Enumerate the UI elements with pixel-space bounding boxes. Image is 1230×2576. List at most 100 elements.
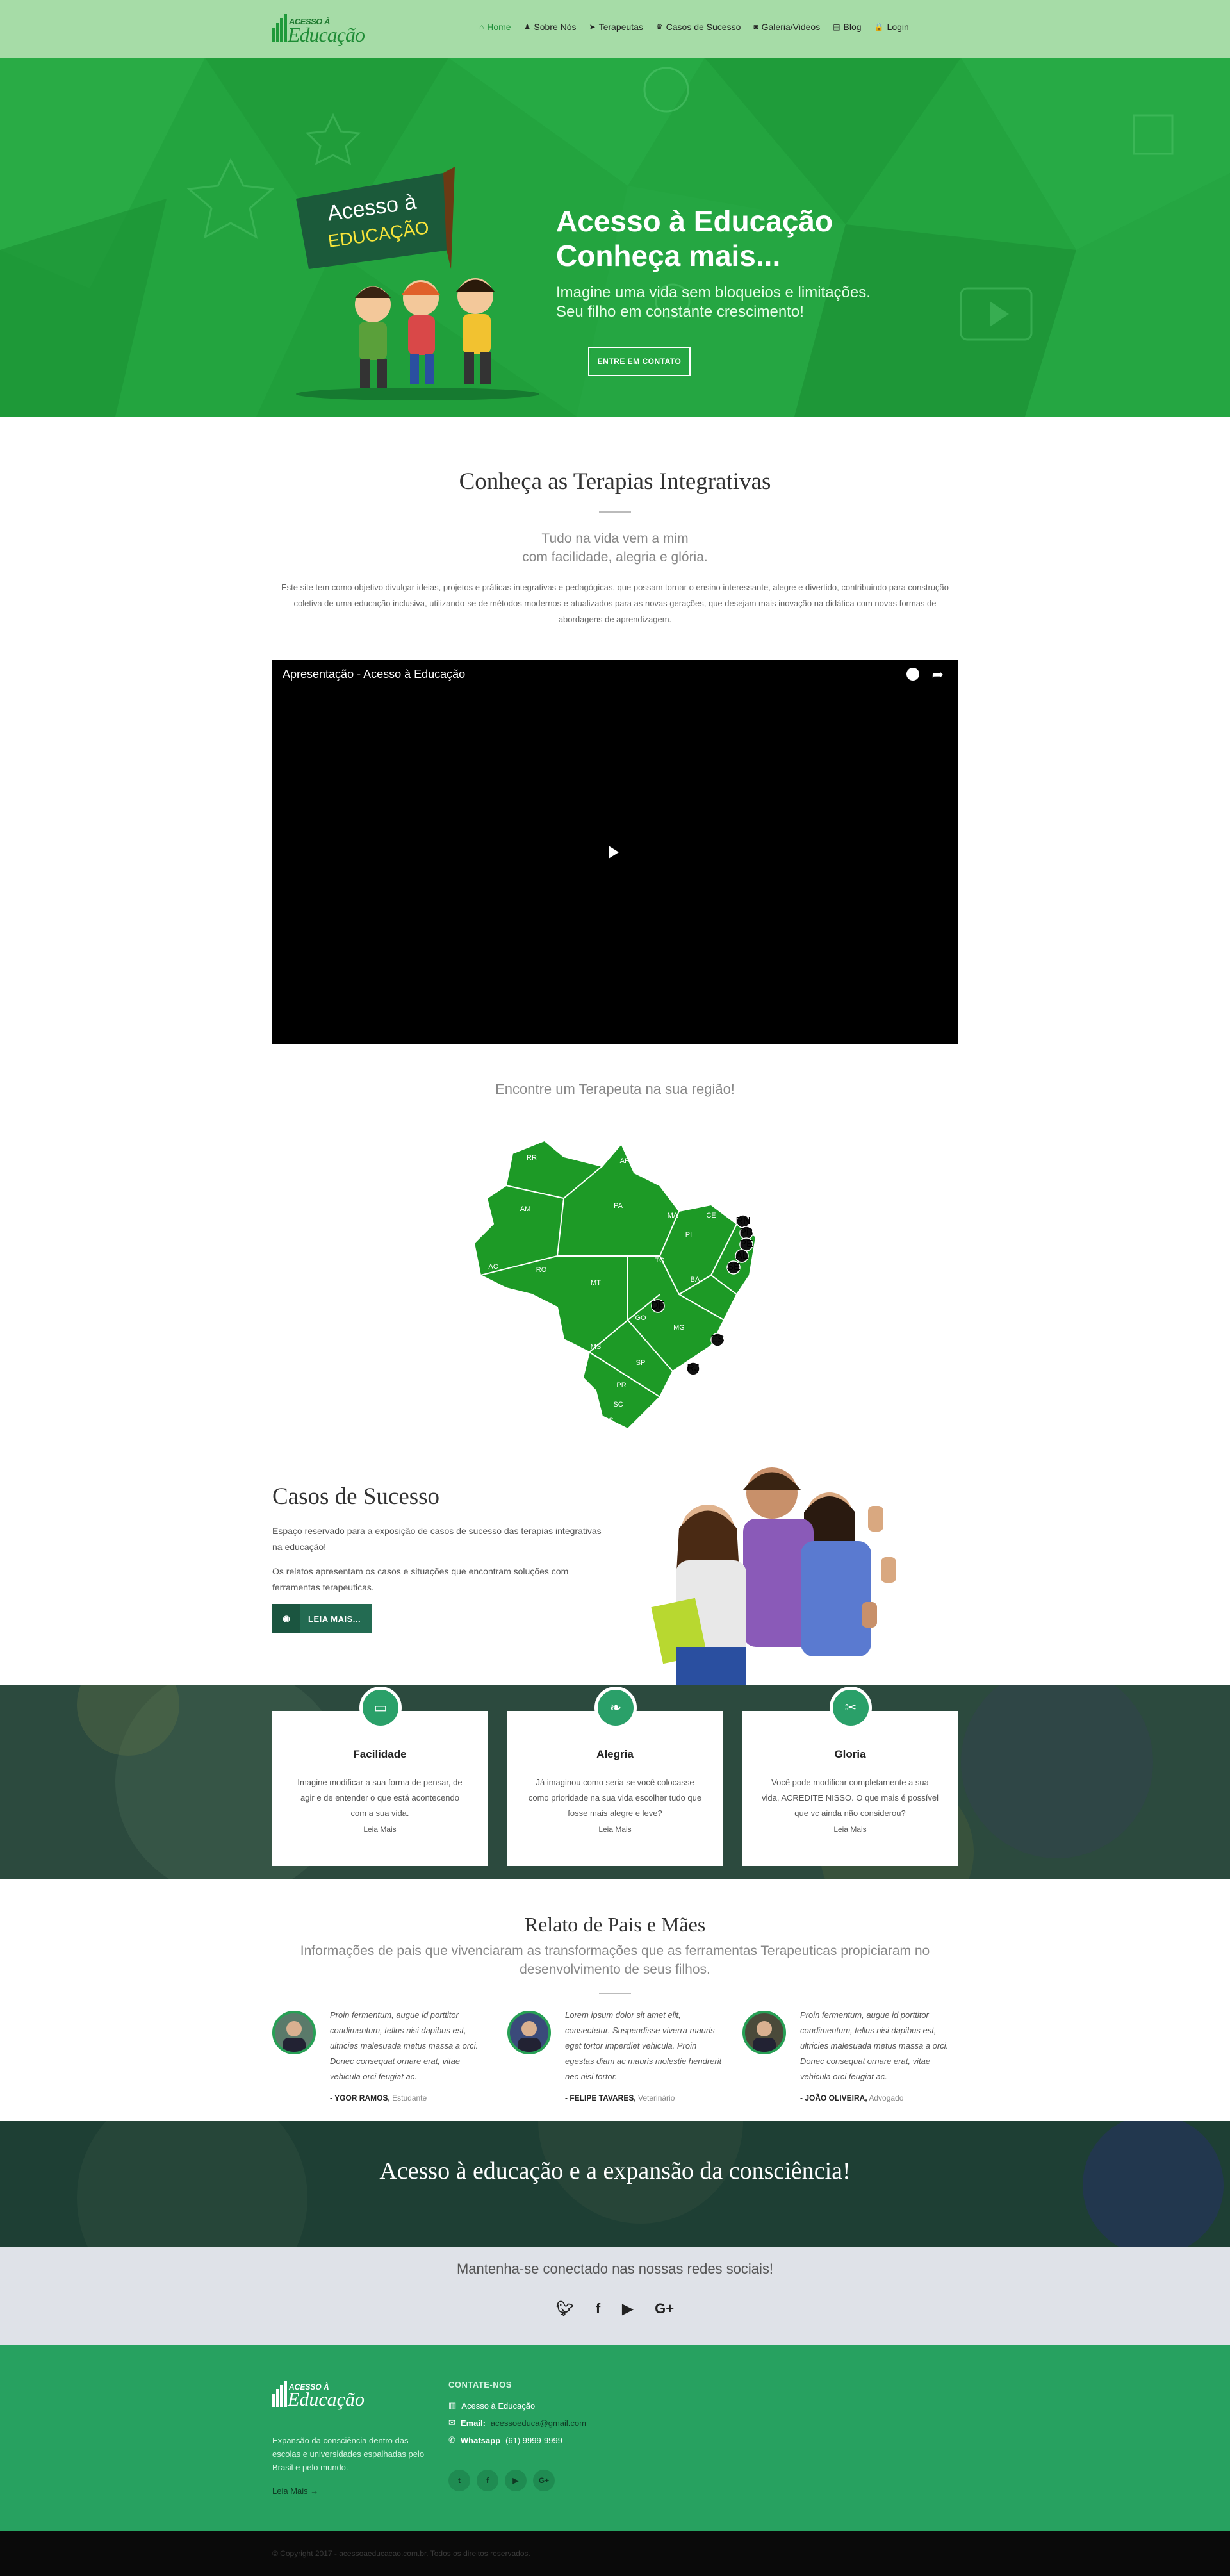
nav-item-home[interactable]: ⌂ Home <box>479 22 511 32</box>
author-name: - FELIPE TAVARES, <box>565 2093 636 2102</box>
read-more-button[interactable]: ◉ LEIA MAIS... <box>272 1604 372 1633</box>
casos-section <box>0 1455 1230 1685</box>
brazil-map-shape <box>473 1139 757 1430</box>
youtube-icon[interactable]: ▶ <box>622 2300 633 2317</box>
feature-read-more-link[interactable]: Leia Mais <box>507 1825 723 1834</box>
nav-item-galeria-videos[interactable]: ◙ Galeria/Videos <box>753 22 820 32</box>
feature-read-more-link[interactable]: Leia Mais <box>272 1825 488 1834</box>
state-ms[interactable]: MS <box>591 1343 602 1351</box>
state-ce[interactable]: CE <box>706 1212 716 1219</box>
phone-icon: ✆ <box>448 2435 455 2445</box>
site-logo[interactable]: ACESSO À Educação <box>272 10 368 46</box>
footer-youtube-icon[interactable]: ▶ <box>505 2470 527 2491</box>
state-rs[interactable]: RS <box>603 1417 613 1424</box>
state-rn[interactable]: RN <box>735 1216 750 1226</box>
author-role: Estudante <box>392 2093 427 2102</box>
nav-item-label: Galeria/Videos <box>761 22 821 32</box>
eye-icon: ◉ <box>272 1604 300 1633</box>
feature-title: Facilidade <box>353 1748 407 1760</box>
scissors-icon: ✂ <box>830 1687 872 1729</box>
state-pr[interactable]: PR <box>616 1382 626 1389</box>
logo-bars-icon <box>272 14 287 42</box>
facebook-icon[interactable]: f <box>596 2300 600 2317</box>
video-player[interactable]: Apresentação - Acesso à Educação ➦ <box>272 660 958 1044</box>
email-link[interactable]: acessoeduca@gmail.com <box>491 2418 586 2428</box>
state-ac[interactable]: AC <box>488 1263 498 1271</box>
avatar <box>742 2011 786 2054</box>
nav-item-terapeutas[interactable]: ➤ Terapeutas <box>589 22 643 32</box>
footer-read-more-link[interactable]: Leia Mais → <box>272 2486 318 2496</box>
footer-logo[interactable]: ACESSO À Educação <box>272 2379 368 2411</box>
feature-card-alegria: ❧ Alegria Já imaginou como seria se você c… <box>507 1687 723 1866</box>
state-am[interactable]: AM <box>520 1205 531 1213</box>
nav-item-sobre-n-s[interactable]: ♟ Sobre Nós <box>524 22 577 32</box>
state-pa[interactable]: PA <box>614 1202 623 1210</box>
nav-item-casos-de-sucesso[interactable]: ♛ Casos de Sucesso <box>656 22 741 32</box>
feature-read-more-link[interactable]: Leia Mais <box>742 1825 958 1834</box>
footer-facebook-icon[interactable]: f <box>477 2470 498 2491</box>
state-rr[interactable]: RR <box>527 1154 537 1162</box>
envelope-icon: ✉ <box>448 2418 455 2427</box>
state-pi[interactable]: PI <box>685 1231 692 1239</box>
state-se[interactable]: SE <box>726 1262 740 1273</box>
testimonial-author: - JOÃO OLIVEIRA, Advogado <box>800 2093 903 2102</box>
nav-item-blog[interactable]: ▤ Blog <box>833 22 861 32</box>
state-mt[interactable]: MT <box>591 1279 601 1287</box>
brazil-map[interactable]: RR AP AM PA MA CE PI TO BA AC RO MT GO MG MS SP PR SC RS R… <box>468 1128 769 1435</box>
contact-email-row: ✉ Email: acessoeduca@gmail.com <box>448 2418 586 2428</box>
author-role: Advogado <box>869 2093 904 2102</box>
nav-item-label: Home <box>487 22 511 32</box>
state-es[interactable]: ES <box>710 1334 724 1345</box>
state-sc[interactable]: SC <box>613 1401 623 1408</box>
user-icon: ♟ <box>523 22 531 31</box>
quote-line1: Tudo na vida vem a mim <box>541 531 689 546</box>
top-navbar: ACESSO À Educação ⌂ Home ♟ Sobre Nós ➤ Terape… <box>0 0 1230 58</box>
email-label: Email: <box>460 2418 486 2428</box>
footer-google-plus-icon[interactable]: G+ <box>533 2470 555 2491</box>
watch-later-icon[interactable] <box>906 668 919 681</box>
hero-section: Acesso à EDUCAÇÃO Acesso à Educação Conh… <box>0 58 1230 417</box>
share-icon[interactable]: ➦ <box>932 666 944 683</box>
testimonial: Proin fermentum, augue id porttitor cond… <box>742 2008 960 2110</box>
hero-subtitle-line2: Seu filho em constante crescimento! <box>556 303 804 320</box>
testimonial-author: - FELIPE TAVARES, Veterinário <box>565 2093 675 2102</box>
state-pb[interactable]: PB <box>739 1227 753 1238</box>
state-al[interactable]: AL <box>735 1250 748 1261</box>
relato-subtitle: Informações de pais que vivenciaram as t… <box>300 1944 930 1977</box>
state-sp[interactable]: SP <box>636 1359 646 1367</box>
nav-item-label: Casos de Sucesso <box>666 22 741 32</box>
quote-line2: com facilidade, alegria e glória. <box>522 550 708 565</box>
state-to[interactable]: TO <box>655 1257 665 1264</box>
trophy-icon: ♛ <box>655 22 663 31</box>
hero-title-line1: Acesso à Educação <box>556 204 833 238</box>
contact-button[interactable]: ENTRE EM CONTATO <box>588 347 691 376</box>
footer-twitter-icon[interactable]: t <box>448 2470 470 2491</box>
state-ba[interactable]: BA <box>691 1276 700 1284</box>
state-mg[interactable]: MG <box>673 1324 685 1332</box>
location-arrow-icon: ➤ <box>589 22 596 31</box>
twitter-icon[interactable]: 🐦︎ <box>556 2300 574 2317</box>
google-plus-icon[interactable]: G+ <box>655 2300 674 2317</box>
state-go[interactable]: GO <box>635 1314 646 1322</box>
testimonial-quote: Proin fermentum, augue id porttitor cond… <box>800 2010 949 2081</box>
footer-logo-big: Educação <box>288 2389 365 2410</box>
nav-item-login[interactable]: 🔒 Login <box>874 22 909 32</box>
feature-text: Imagine modificar a sua forma de pensar,… <box>297 1778 463 1818</box>
state-pe[interactable]: PE <box>739 1239 753 1250</box>
laptop-icon: ▭ <box>359 1687 402 1729</box>
hero-kids-illustration: Acesso à EDUCAÇÃO <box>296 167 539 400</box>
state-ro[interactable]: RO <box>536 1266 547 1274</box>
state-df[interactable]: DF <box>651 1300 665 1311</box>
state-rj[interactable]: RJ <box>687 1363 700 1374</box>
footer-description: Expansão da consciência dentro das escol… <box>272 2436 425 2472</box>
play-icon[interactable] <box>609 846 619 859</box>
video-title[interactable]: Apresentação - Acesso à Educação <box>283 668 465 681</box>
teens-photo <box>651 1467 896 1685</box>
section-divider <box>599 1993 631 1994</box>
contact-name: Acesso à Educação <box>461 2400 536 2411</box>
state-ap[interactable]: AP <box>620 1157 630 1165</box>
map-title: Encontre um Terapeuta na sua região! <box>495 1081 735 1097</box>
testimonial-quote: Proin fermentum, augue id porttitor cond… <box>330 2010 479 2081</box>
state-ma[interactable]: MA <box>668 1212 678 1219</box>
author-name: - JOÃO OLIVEIRA, <box>800 2093 867 2102</box>
